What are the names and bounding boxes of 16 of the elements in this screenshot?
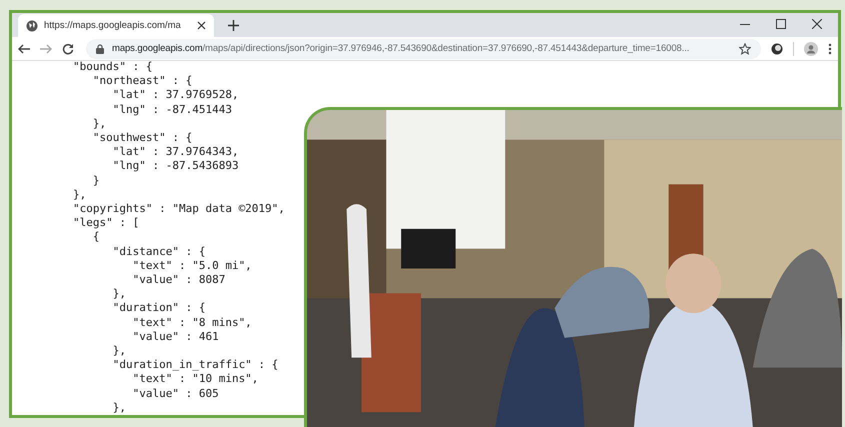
maximize-icon[interactable] xyxy=(776,19,786,30)
reload-icon[interactable] xyxy=(62,42,74,55)
menu-icon[interactable] xyxy=(828,42,832,55)
new-tab-icon[interactable] xyxy=(228,20,239,32)
close-icon[interactable] xyxy=(197,21,206,30)
json-code: "bounds" : { "northeast" : { "lat" : 37.9769528, "lng" : -87.451443 }, "southwest" : { "lat" : 37.9764343, "lng" : -87.5436893 } }, "copyrights" : "Map data ©2019", "legs" : [ { "distance" : { "text" : "5.0 mi", "value" : 8087 }, "duration" : { "text" : "8 mins", "value" : 461 }, "duration_in_traffic" : { "text" : "10 mins", "value" : 605 }, xyxy=(73,60,285,415)
tab-title: https://maps.googleapis.com/ma xyxy=(44,20,182,32)
back-icon[interactable] xyxy=(18,44,30,54)
url-text: maps.googleapis.com/maps/api/directions/json?origin=37.976946,-87.543690&destination=37.976690,-87.451443&departure_time=16008... xyxy=(112,43,690,54)
extension-icon[interactable] xyxy=(771,42,783,55)
star-icon[interactable] xyxy=(739,42,751,55)
lock-icon xyxy=(96,44,104,54)
browser-tab[interactable]: https://maps.googleapis.com/ma xyxy=(18,14,214,38)
profile-avatar-icon[interactable] xyxy=(804,42,818,56)
address-bar[interactable]: maps.googleapis.com/maps/api/directions/json?origin=37.976946,-87.543690&destination=37.976690,-87.451443&departure_time=16008... xyxy=(86,38,761,59)
close-icon[interactable] xyxy=(812,19,822,30)
